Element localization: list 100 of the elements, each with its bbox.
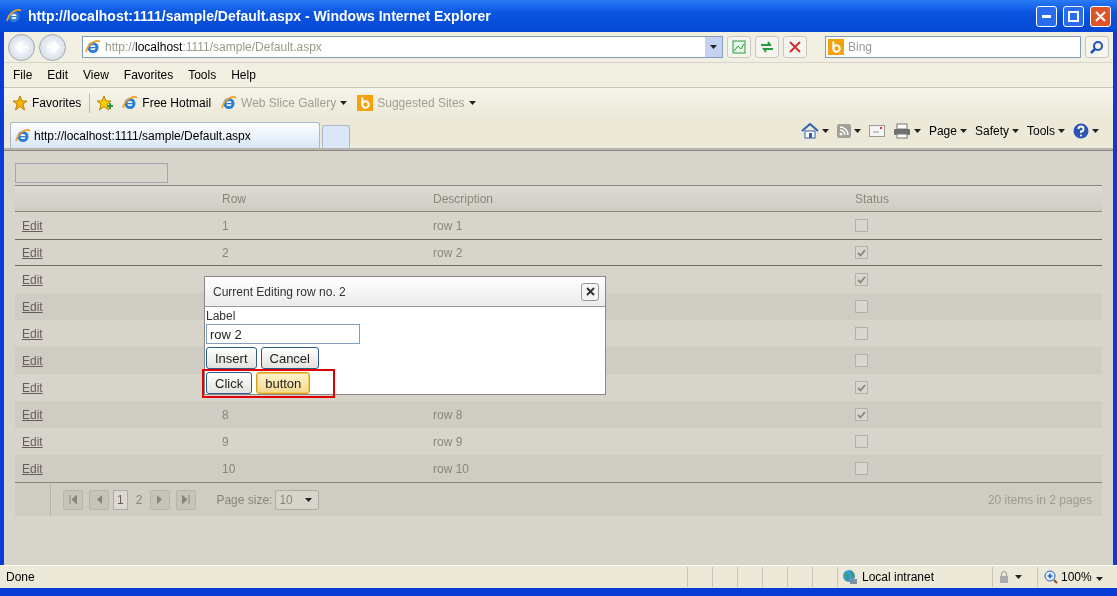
status-checkbox[interactable] [855, 354, 868, 367]
add-favorite-icon[interactable] [96, 95, 115, 111]
back-button[interactable] [8, 33, 35, 61]
lock-icon[interactable] [997, 570, 1011, 584]
browser-tab[interactable]: http://localhost:1111/sample/Default.aspx [10, 122, 320, 148]
close-icon [1095, 10, 1106, 22]
help-button[interactable] [1073, 123, 1099, 139]
network-globe-icon [842, 569, 858, 585]
favorites-button[interactable]: Favorites [10, 95, 84, 111]
search-field[interactable]: Bing [825, 36, 1081, 58]
edit-link[interactable]: Edit [22, 299, 43, 314]
status-checkbox[interactable] [855, 219, 868, 232]
table-cell-text: 9 [221, 434, 230, 449]
refresh-button[interactable] [755, 36, 779, 58]
page-icon [221, 95, 238, 111]
table-cell-text: row 2 [432, 245, 464, 260]
zoom-button[interactable]: 100% [1037, 567, 1117, 587]
stop-button[interactable] [783, 36, 807, 58]
dialog-button[interactable]: button [256, 372, 311, 394]
first-page-button[interactable] [63, 489, 83, 510]
caret-icon [853, 129, 861, 133]
edit-link[interactable]: Edit [22, 353, 43, 368]
forward-button[interactable] [39, 33, 66, 61]
menu-item[interactable]: Tools [188, 68, 217, 82]
first-page-icon [69, 495, 77, 504]
table-cell-text: 1 [221, 218, 230, 233]
status-checkbox[interactable] [855, 300, 868, 313]
status-checkbox[interactable] [855, 327, 868, 340]
edit-link[interactable]: Edit [22, 245, 43, 260]
filter-field[interactable] [15, 163, 168, 183]
left-arrow-icon [14, 41, 29, 53]
last-page-icon [182, 495, 191, 504]
new-tab-button[interactable] [322, 125, 350, 148]
dialog-button[interactable]: Cancel [260, 347, 319, 369]
edit-link[interactable]: Edit [22, 407, 43, 422]
close-icon [789, 41, 801, 53]
status-checkbox[interactable] [855, 435, 868, 448]
command-menu[interactable]: Tools [1027, 124, 1065, 138]
address-field[interactable]: http://localhost:1111/sample/Default.aspx [82, 36, 723, 58]
menu-item[interactable]: Help [231, 68, 256, 82]
favorites-link[interactable]: Free Hotmail [120, 95, 214, 111]
next-page-button[interactable] [150, 489, 171, 510]
mail-button[interactable] [868, 125, 885, 137]
table-cell-text: row 9 [432, 434, 464, 449]
bing-icon [828, 39, 844, 55]
envelope-icon [868, 125, 885, 137]
magnifier-icon [1044, 570, 1058, 584]
close-icon [585, 287, 595, 296]
command-menu[interactable]: Page [928, 124, 967, 138]
minimize-button[interactable] [1036, 5, 1057, 27]
dialog-button[interactable]: Insert [206, 347, 257, 369]
caret-icon [1092, 129, 1099, 133]
dialog-button[interactable]: Click [206, 372, 253, 394]
edit-link[interactable]: Edit [22, 272, 43, 287]
refresh-icon [760, 40, 774, 54]
status-checkbox[interactable] [855, 381, 868, 394]
menu-item[interactable]: File [13, 68, 33, 82]
caret-icon [959, 129, 967, 133]
caret-icon [1015, 575, 1022, 579]
edit-link[interactable]: Edit [22, 434, 43, 449]
left-triangle-icon [96, 495, 102, 504]
caret-icon [1058, 129, 1065, 133]
previous-page-button[interactable] [89, 489, 109, 510]
maximize-icon [1068, 10, 1079, 22]
status-checkbox[interactable] [855, 408, 868, 421]
last-page-button[interactable] [176, 489, 197, 510]
print-button[interactable] [892, 123, 921, 139]
table-cell-text: 10 [221, 461, 237, 476]
caret-icon [305, 497, 313, 502]
edit-link[interactable]: Edit [22, 326, 43, 341]
menu-item[interactable]: Favorites [123, 68, 174, 82]
page-chart-icon [732, 40, 746, 54]
feed-icon [836, 124, 851, 138]
security-zone: Local intranet [862, 570, 935, 584]
status-checkbox[interactable] [855, 273, 868, 286]
close-button[interactable] [581, 282, 599, 301]
printer-icon [892, 123, 911, 139]
feeds-button[interactable] [836, 124, 861, 138]
page-icon [85, 39, 101, 55]
menu-item[interactable]: Edit [47, 68, 69, 82]
caret-icon [1012, 129, 1019, 133]
page-icon [122, 95, 139, 111]
home-button[interactable] [800, 123, 829, 139]
ie-logo-icon [6, 8, 22, 24]
label-field[interactable]: row 2 [206, 324, 360, 344]
compatibility-view-button[interactable] [727, 36, 751, 58]
page-button[interactable]: 1 [113, 489, 128, 510]
edit-link[interactable]: Edit [22, 461, 43, 476]
command-menu[interactable]: Safety [974, 124, 1019, 138]
search-button[interactable] [1085, 36, 1109, 58]
edit-link[interactable]: Edit [22, 380, 43, 395]
caret-icon [468, 101, 476, 105]
status-text: Done [5, 570, 36, 584]
right-arrow-icon [45, 41, 60, 53]
maximize-button[interactable] [1063, 5, 1084, 27]
status-checkbox[interactable] [855, 462, 868, 475]
caret-icon [710, 45, 717, 49]
edit-link[interactable]: Edit [22, 218, 43, 233]
menu-item[interactable]: View [83, 68, 109, 82]
status-checkbox[interactable] [855, 246, 868, 259]
